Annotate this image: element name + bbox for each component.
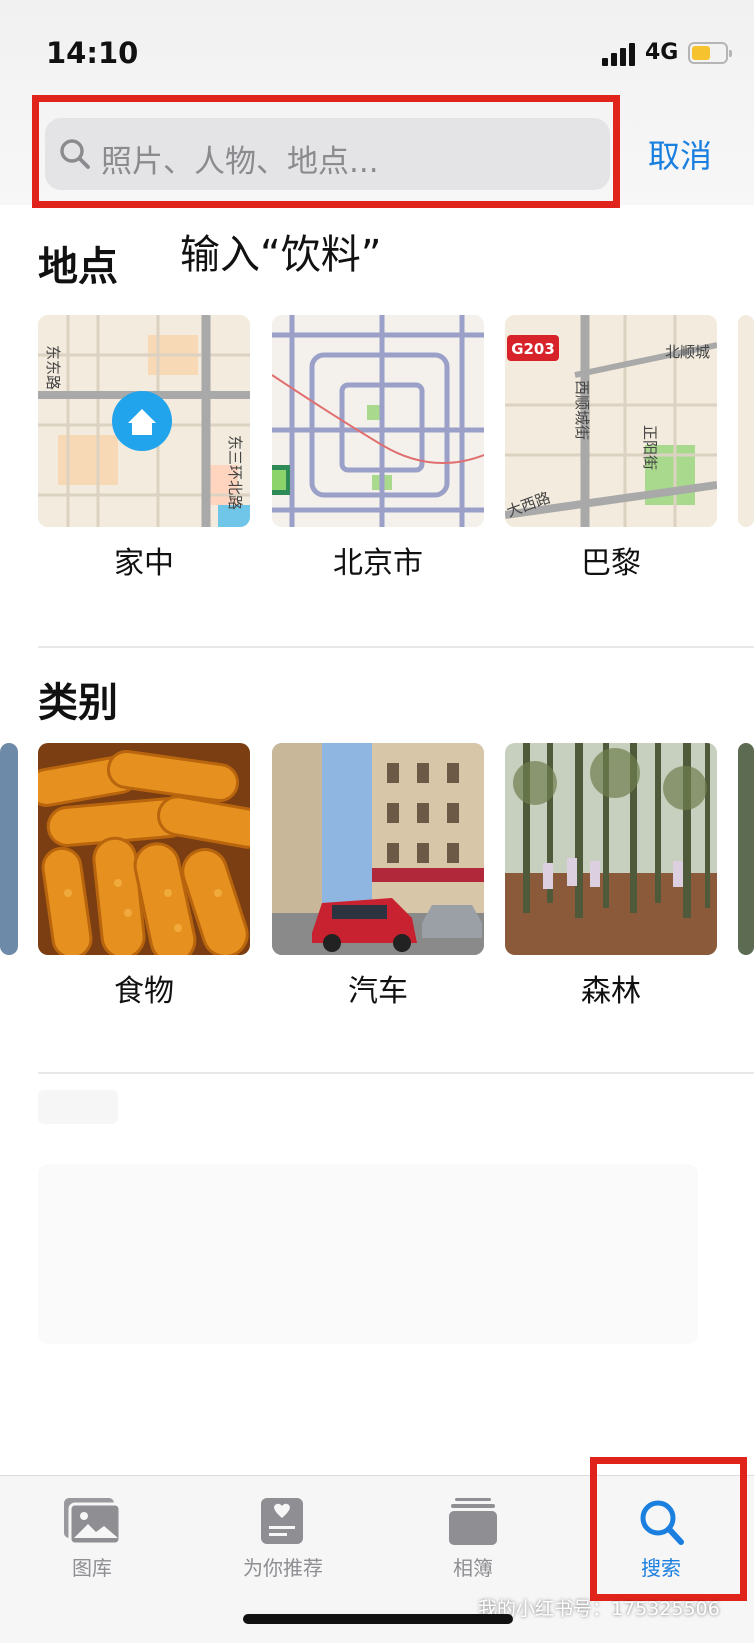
search-input[interactable]: 照片、人物、地点...	[45, 118, 610, 190]
car-photo	[272, 743, 484, 955]
map-street-label-3: 北顺城	[665, 343, 710, 361]
faded-content	[38, 1090, 718, 1390]
tab-library[interactable]: 图库	[22, 1496, 162, 1586]
place-label-paris: 巴黎	[581, 546, 641, 581]
home-map-thumbnail: 东东路 东三环北路	[38, 315, 250, 527]
tab-for-you-label: 为你推荐	[243, 1556, 323, 1580]
watermark-text: 我的小红书号：175325506	[478, 1598, 720, 1620]
status-time: 14:10	[46, 36, 139, 70]
category-label-food: 食物	[114, 974, 174, 1009]
section-divider-2	[38, 1072, 754, 1074]
category-card-peek-right[interactable]	[738, 743, 754, 955]
place-card-beijing[interactable]	[272, 315, 484, 527]
tab-search[interactable]: 搜索	[591, 1496, 731, 1586]
category-card-food[interactable]	[38, 743, 250, 955]
battery-icon	[688, 42, 732, 64]
signal-icon	[602, 42, 638, 66]
tab-search-label: 搜索	[641, 1556, 681, 1580]
home-indicator[interactable]	[243, 1614, 513, 1624]
place-card-home[interactable]: 东东路 东三环北路	[38, 315, 250, 527]
search-icon	[640, 1500, 684, 1545]
paris-map-thumbnail: G203 北顺城 西顺城街 正阳街 大西路	[505, 315, 717, 527]
category-card-car[interactable]	[272, 743, 484, 955]
places-title: 地点	[38, 244, 118, 290]
categories-title: 类别	[38, 680, 118, 726]
section-divider	[38, 646, 754, 648]
tab-for-you[interactable]: 为你推荐	[213, 1496, 353, 1586]
forest-photo	[505, 743, 717, 955]
place-card-peek[interactable]	[738, 315, 754, 527]
place-card-paris[interactable]: G203 北顺城 西顺城街 正阳街 大西路	[505, 315, 717, 527]
tab-library-label: 图库	[72, 1556, 112, 1580]
map-road-badge: G203	[511, 340, 555, 358]
food-photo	[38, 743, 250, 955]
annotation-text: 输入“饮料”	[180, 232, 382, 278]
map-street-label-1: 东东路	[44, 345, 62, 390]
category-card-peek-left[interactable]	[0, 743, 18, 955]
place-label-home: 家中	[114, 546, 174, 581]
network-label: 4G	[645, 40, 679, 65]
category-card-forest[interactable]	[505, 743, 717, 955]
photo-library-icon	[64, 1498, 122, 1546]
cancel-button[interactable]: 取消	[648, 131, 712, 177]
search-icon	[60, 139, 90, 169]
search-placeholder: 照片、人物、地点...	[101, 144, 379, 180]
map-street-label-2: 东三环北路	[226, 435, 244, 510]
category-label-car: 汽车	[348, 974, 408, 1009]
beijing-map-thumbnail	[272, 315, 484, 527]
map-street-label-5: 正阳街	[641, 425, 659, 470]
tab-albums[interactable]: 相簿	[403, 1496, 543, 1586]
for-you-icon	[261, 1498, 303, 1544]
category-label-forest: 森林	[581, 974, 641, 1009]
map-street-label-4: 西顺城街	[573, 380, 591, 440]
albums-icon	[449, 1498, 497, 1545]
tab-albums-label: 相簿	[453, 1556, 493, 1580]
place-label-beijing: 北京市	[333, 546, 423, 581]
